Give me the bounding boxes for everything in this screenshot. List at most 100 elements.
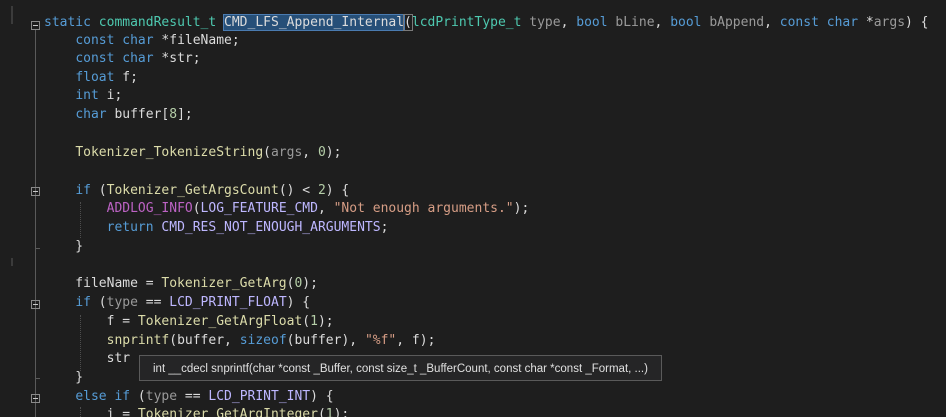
code-token: LOG_FEATURE_CMD [200,201,318,216]
collapse-if-block-icon[interactable] [31,187,40,196]
code-token: * [858,15,874,30]
code-line[interactable]: else if (type == LCD_PRINT_INT) { [44,388,334,406]
code-token: ) { [286,295,311,310]
code-token: , [317,201,334,216]
collapse-else-if-block-icon[interactable] [31,394,40,403]
code-token: ); [513,201,530,216]
code-token: type [145,389,178,404]
code-line[interactable]: if (type == LCD_PRINT_FLOAT) { [44,294,310,312]
code-line[interactable]: fileName = Tokenizer_GetArg(0); [44,275,318,293]
code-line[interactable]: const char *fileName; [44,32,239,50]
code-token: Tokenizer_GetArg [161,276,287,291]
code-line[interactable]: snprintf(buffer, sizeof(buffer), "%f", f… [44,332,436,350]
signature-tooltip: int __cdecl snprintf(char *const _Buffer… [139,355,662,381]
code-token: 1 [325,407,334,417]
code-token: ( [192,201,201,216]
collapse-if-block-icon[interactable] [31,300,40,309]
code-token: LCD_PRINT_INT [208,389,311,404]
code-line[interactable]: str [44,350,130,368]
code-token: , [302,145,318,160]
code-line[interactable]: Tokenizer_TokenizeString(args, 0); [44,144,341,162]
code-token: ; [380,220,389,235]
code-token: ); [325,145,342,160]
code-token: snprintf [106,333,170,348]
code-token: static [44,15,91,30]
code-token: } [44,239,84,254]
code-token: ) { [310,389,334,404]
code-token: i = [44,407,138,417]
code-token: (buffer), [286,333,365,348]
code-token: ( [302,314,311,329]
code-token: return [106,220,154,235]
code-token: bool [576,15,608,30]
code-token: == [177,389,209,404]
code-token: args [873,15,906,30]
code-token: CMD_RES_NOT_ENOUGH_ARGUMENTS [161,220,381,235]
code-line[interactable]: } [44,369,83,387]
code-token: commandResult_t [98,15,217,30]
code-token: , f); [396,333,436,348]
code-token: char [122,33,154,48]
code-token: ( [130,389,146,404]
code-token: () < [278,183,318,198]
code-token: int [75,88,99,103]
code-token: ) { [325,183,350,198]
code-token: , [654,15,671,30]
code-token: Tokenizer_TokenizeString [75,145,264,160]
code-token: type [521,15,561,30]
code-line[interactable]: const char *str; [44,50,200,68]
code-token: ); [333,407,350,417]
code-line[interactable]: i = Tokenizer_GetArgInteger(1); [44,406,350,417]
code-token: ); [302,276,318,291]
code-token: , [764,15,780,30]
code-token: ( [317,407,326,417]
code-token: Tokenizer_GetArgFloat [137,314,303,329]
code-editor[interactable]: static commandResult_t CMD_LFS_Append_In… [0,0,946,417]
code-token: lcdPrintType_t [411,15,522,30]
fold-region-end [35,378,40,379]
code-token: ) { [905,15,929,30]
collapse-function-icon[interactable] [31,21,40,30]
code-token: ( [90,183,107,198]
code-line[interactable]: char buffer[8]; [44,106,193,124]
code-token: (buffer, [169,333,240,348]
code-token: char [75,107,107,122]
code-token: buffer[ [106,107,170,122]
code-token: ( [90,295,107,310]
fold-region-end [35,248,40,249]
code-line[interactable]: f = Tokenizer_GetArgFloat(1); [44,313,334,331]
code-token: f = [44,314,138,329]
code-token: const [75,51,115,66]
code-line[interactable]: } [44,238,83,256]
code-token: f; [114,70,138,85]
code-line[interactable]: int i; [44,87,122,105]
code-token: if [75,295,91,310]
code-token: Tokenizer_GetArgInteger [137,407,318,417]
code-line[interactable]: ADDLOG_INFO(LOG_FEATURE_CMD, "Not enough… [44,200,530,218]
code-token: ]; [177,107,193,122]
code-line[interactable]: static commandResult_t CMD_LFS_Append_In… [44,14,929,32]
code-token: ); [317,314,334,329]
code-token: Tokenizer_GetArgsCount [106,183,279,198]
code-token: , [560,15,577,30]
code-token: 8 [169,107,178,122]
code-token: const [779,15,819,30]
code-token: type [106,295,138,310]
code-line[interactable]: if (Tokenizer_GetArgsCount() < 2) { [44,182,349,200]
code-token: if [75,183,91,198]
code-line[interactable]: return CMD_RES_NOT_ENOUGH_ARGUMENTS; [44,219,389,237]
code-line[interactable]: float f; [44,69,138,87]
fold-region-line [35,30,36,417]
